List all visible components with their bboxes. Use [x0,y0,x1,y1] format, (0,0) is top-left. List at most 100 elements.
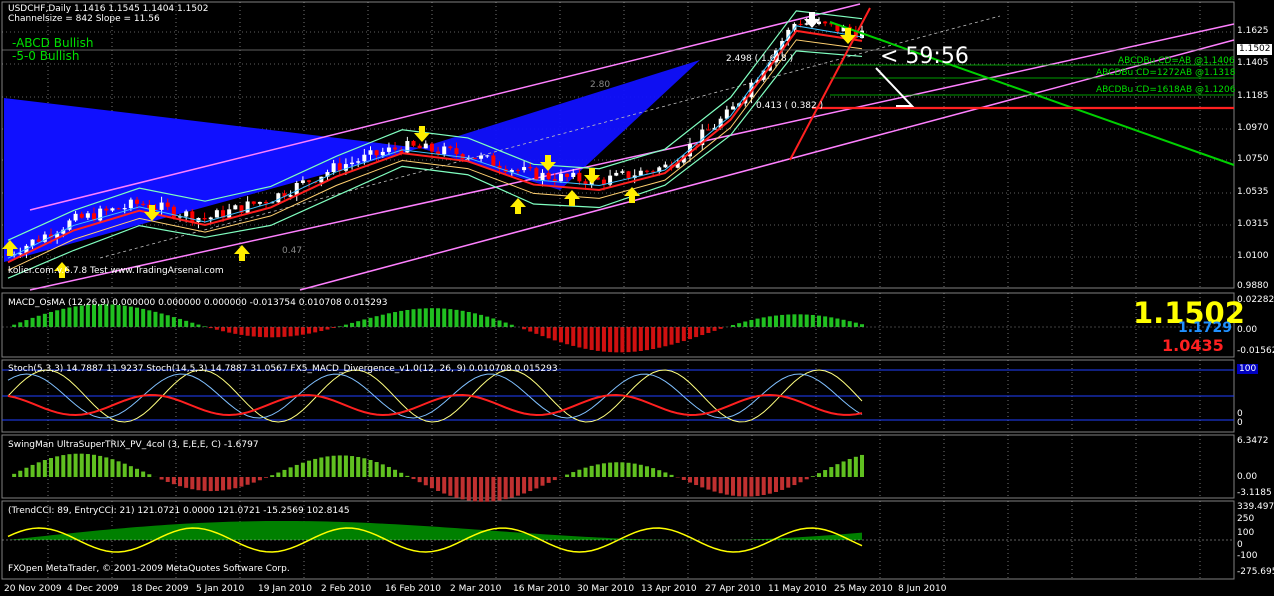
macd-bar [49,311,54,327]
trix-bar [24,467,29,477]
trix-bar [687,477,692,483]
macd-bar [694,327,699,338]
trix-bar [257,477,262,481]
signal-arrow-up [510,198,526,214]
trix-bar [608,462,613,477]
candle-body [294,182,299,196]
macd-bar [460,310,465,327]
macd-bar [657,327,662,348]
macd-bar [448,309,453,327]
trix-bar [270,475,275,477]
copyright: FXOpen MetaTrader, © 2001-2009 MetaQuote… [8,564,290,574]
channel-annotation-047: 0.47 [282,246,303,256]
trix-bar [509,477,514,498]
trix-bar [356,456,361,477]
fib-annotation-1618: 2.498 ( 1.618 ) [726,54,794,64]
date-tick: 16 Feb 2010 [385,584,442,594]
trix-bar [853,456,858,477]
trix-bar [847,458,852,477]
macd-bar [577,327,582,348]
trix-bar [36,462,41,477]
channel-info: Channelsize = 842 Slope = 11.56 [8,14,160,24]
cci-axis-250: 250 [1237,514,1255,524]
macd-bar [552,327,557,341]
signal-arrow-up [564,190,580,206]
trix-bar [583,467,588,477]
trix-bar [331,455,336,477]
date-tick: 8 Jun 2010 [898,584,947,594]
price-tick: 1.1185 [1237,91,1269,101]
candle-body [202,218,207,220]
macd-bar [798,314,803,327]
trix-axis-top: 6.3472 [1237,436,1269,446]
macd-bar [411,309,416,327]
macd-bar [829,317,834,327]
macd-bar [540,327,545,337]
candle-body [343,164,348,171]
macd-bar [816,315,821,327]
trix-bar [835,464,840,477]
fib-annotation-0382: 0.413 ( 0.382 ) [756,101,824,111]
big-price-mid: 1.1729 [1178,320,1233,336]
trix-bar [221,477,226,491]
candle-body [442,146,447,155]
trix-bar [448,477,453,496]
macd-bar [386,313,391,327]
trix-bar [325,456,330,477]
macd-bar [67,307,72,327]
trix-bar [724,477,729,495]
candle-body [423,143,428,149]
candle-body [417,145,422,149]
trix-bar [669,474,674,477]
watermark: kolier.com.v.6.7.8 Test www.TradingArsen… [8,266,224,276]
macd-bar [153,311,158,327]
macd-bar [565,327,570,345]
macd-bar [479,314,484,327]
macd-bar [700,327,705,336]
candle-body [644,170,649,172]
trix-bar [755,477,760,496]
trix-bar [171,477,176,485]
macd-bar [362,319,367,327]
candle-body [79,213,84,218]
candle-body [638,170,643,176]
candle-body [730,106,735,110]
candle-body [110,208,115,211]
candle-body [233,205,238,210]
macd-bar [141,308,146,327]
macd-title: MACD_OsMA (12,26,9) 0.000000 0.000000 0.… [8,298,388,308]
candle-body [184,211,189,217]
trix-bar [780,477,785,490]
macd-bar [669,327,674,345]
macd-bar [761,317,766,327]
trix-bar [700,477,705,488]
pattern-label-50: -5-0 Bullish [12,49,80,63]
cci-axis-0: 0 [1237,540,1243,550]
macd-bar [589,327,594,350]
candle-body [104,208,109,211]
candle-body [386,147,391,152]
trix-bar [644,466,649,477]
fib-label-1618: ABCDBu CD=1618AB @1.1206 [1096,85,1236,95]
macd-bar [681,327,686,342]
trix-bar [804,477,809,480]
trix-bar [98,455,103,477]
candle-body [565,173,570,177]
macd-bar [675,327,680,343]
trix-bar [515,477,520,496]
macd-bar [251,327,256,337]
macd-bar [239,327,244,335]
trix-bar [491,477,496,502]
date-tick: 19 Jan 2010 [258,584,312,594]
macd-bar [546,327,551,339]
trix-bar [841,461,846,477]
macd-bar [264,327,269,338]
price-tick: 1.0970 [1237,123,1269,133]
trix-bar [423,477,428,486]
trix-bar [552,477,557,481]
macd-bar [405,309,410,327]
candle-body [251,201,256,204]
trix-bar [208,477,213,492]
macd-bar [804,314,809,327]
candle-body [36,239,41,242]
